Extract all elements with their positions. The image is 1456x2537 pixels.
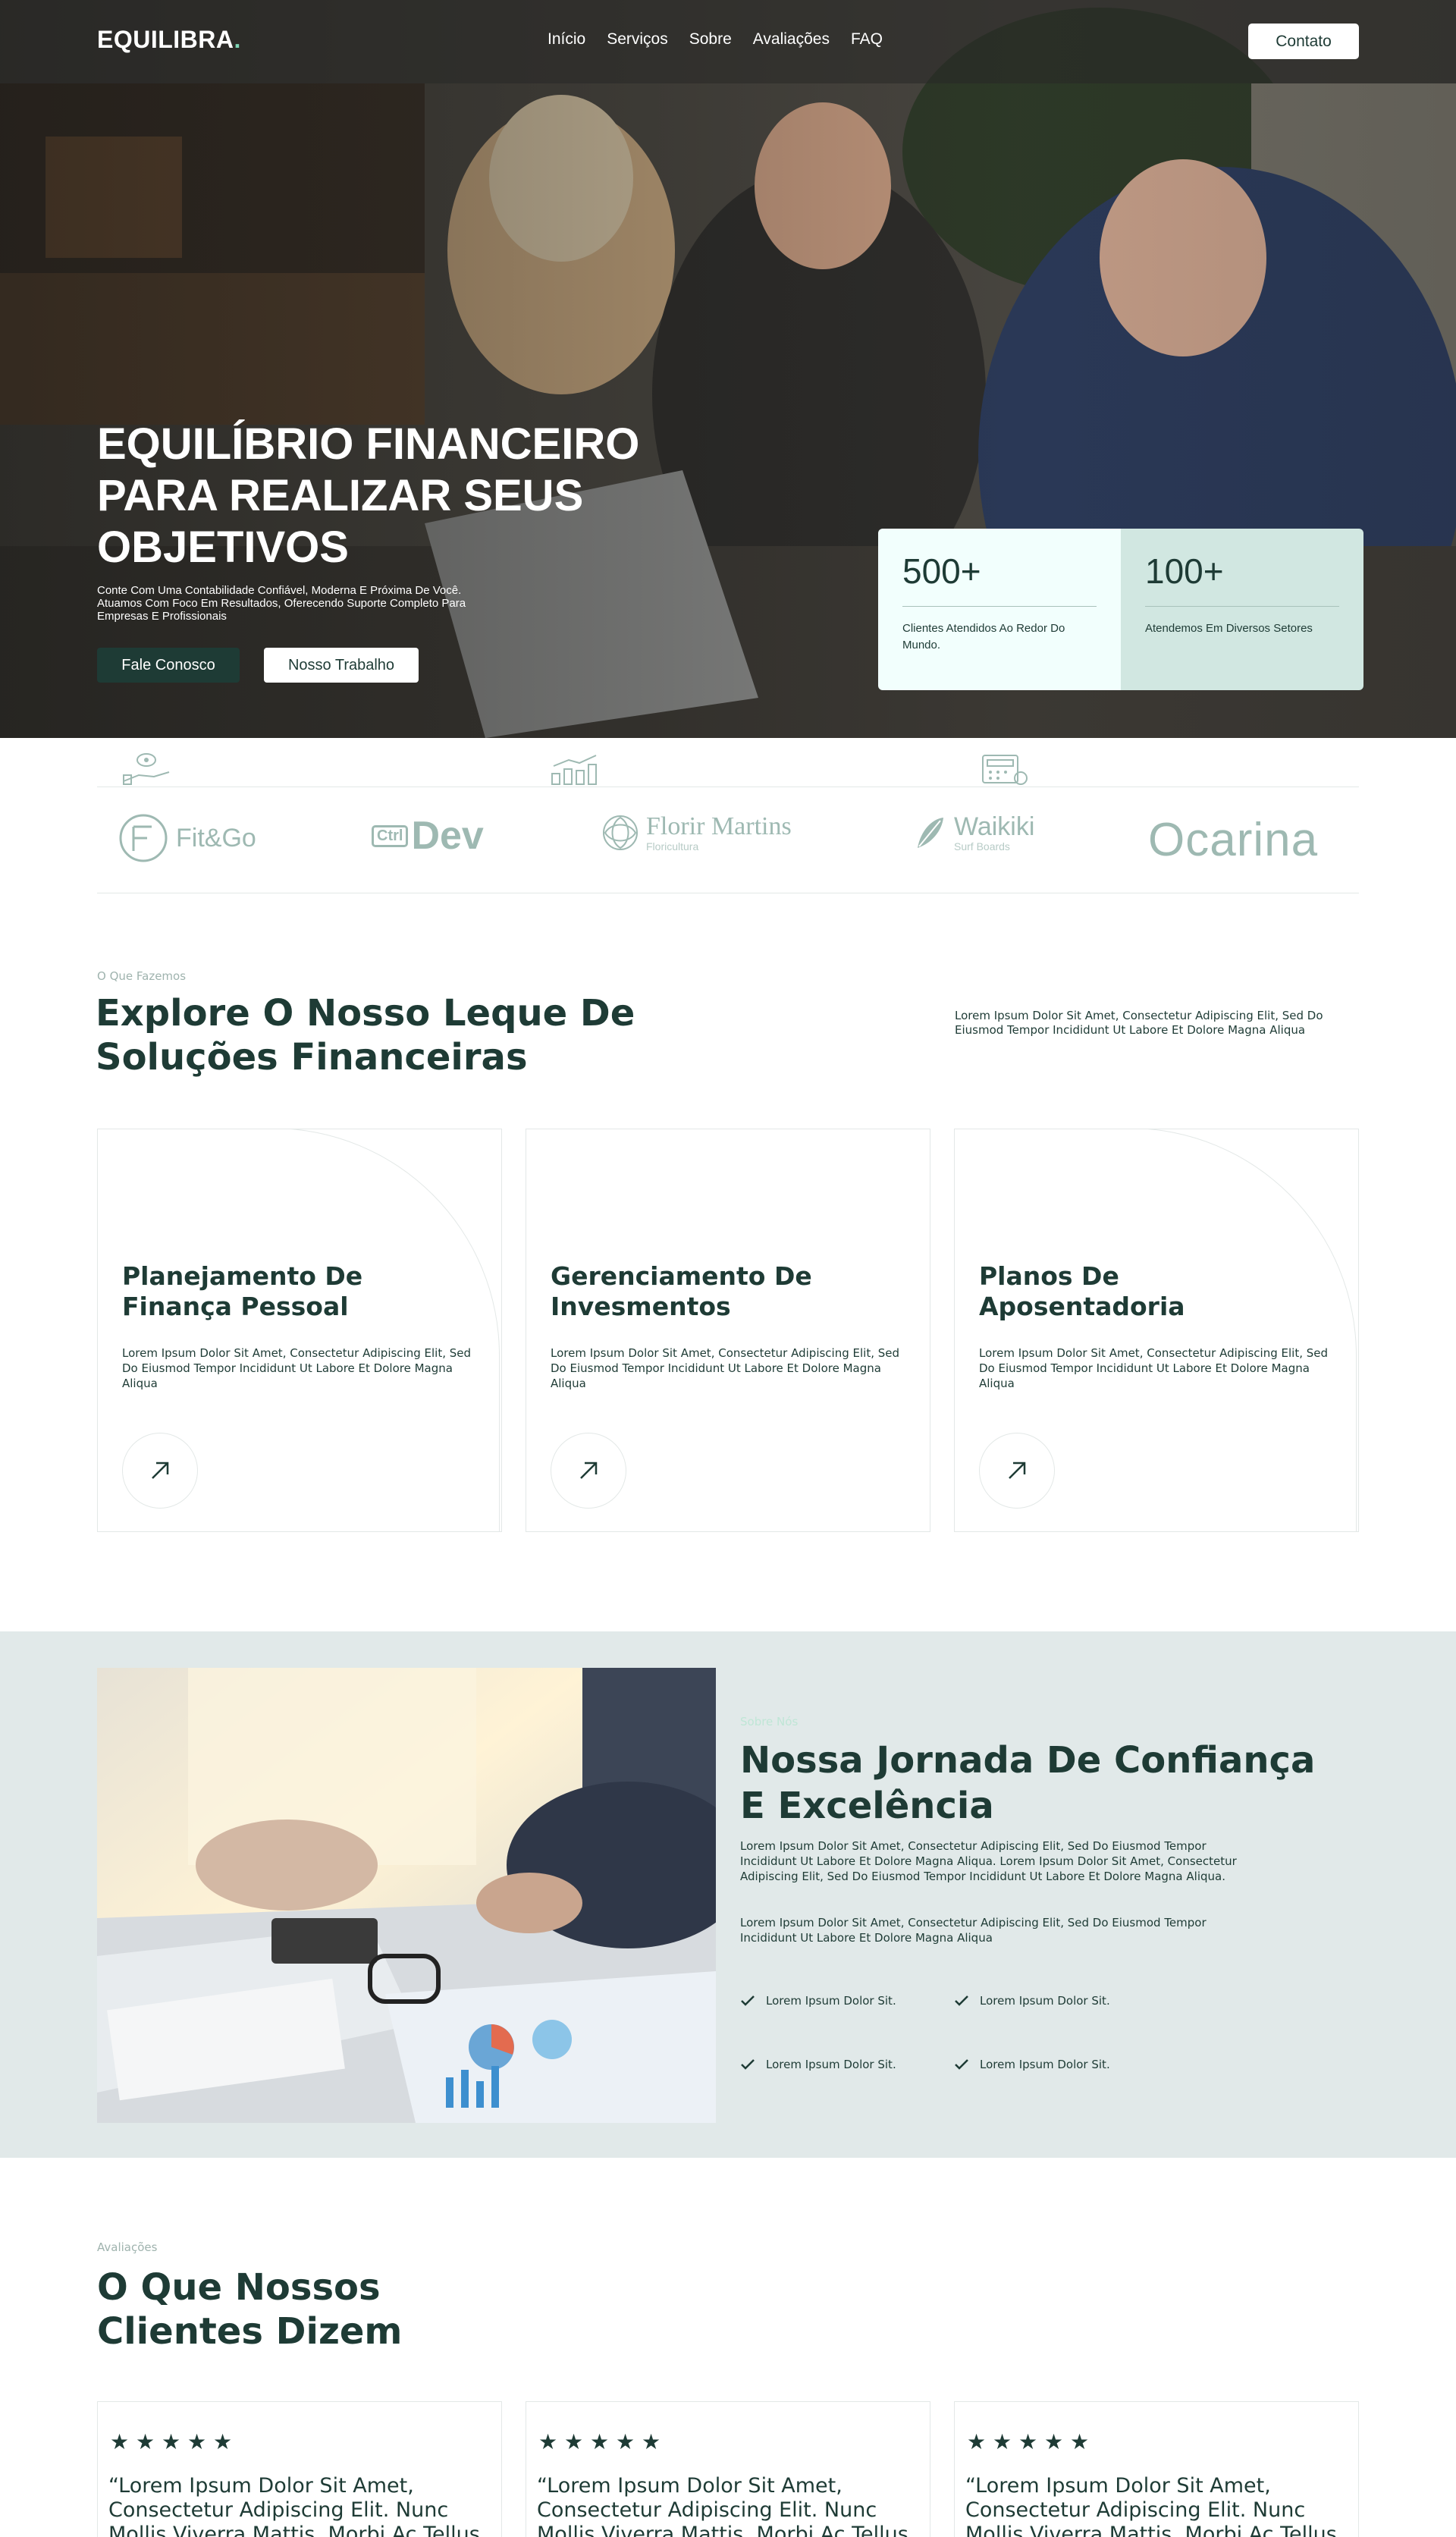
card-arrow-button[interactable] [979,1433,1055,1509]
nav-link-inicio[interactable]: Início [548,30,585,49]
star-rating: ★ ★ ★ ★ ★ [538,2429,661,2454]
service-card[interactable]: Planejamento De Finança Pessoal Lorem Ip… [97,1129,502,1532]
card-title: Gerenciamento De Invesmentos [551,1261,812,1321]
brand-ctrldev: Ctrl Dev [372,813,484,859]
card-title: Planos De Aposentadoria [979,1261,1185,1321]
hero-section: EQUILIBRA. Início Serviços Sobre Avaliaç… [0,0,1456,738]
check-icon [741,2059,755,2070]
brand-logo[interactable]: EQUILIBRA. [97,26,241,54]
card-arrow-button[interactable] [551,1433,626,1509]
money-hand-icon [123,753,170,785]
check-icon [955,2059,968,2070]
card-text: Lorem Ipsum Dolor Sit Amet, Consectetur … [122,1346,472,1390]
stat-sectors: 100+ Atendemos Em Diversos Setores [1121,529,1363,690]
main-nav: Início Serviços Sobre Avaliações FAQ [548,30,883,49]
hero-subtitle: Conte Com Uma Contabilidade Confiável, M… [97,584,466,623]
services-eyebrow: O Que Fazemos [97,969,187,983]
fitgo-logo-icon [119,814,168,862]
card-text: Lorem Ipsum Dolor Sit Amet, Consectetur … [551,1346,900,1390]
journey-section: Sobre Nós Nossa Jornada De Confiança E E… [0,1631,1456,2158]
arrow-up-right-icon [152,1462,169,1479]
brand-fitgo: Fit&Go [118,813,256,863]
stats-panel: 500+ Clientes Atendidos Ao Redor Do Mund… [878,529,1363,690]
check-label: Lorem Ipsum Dolor Sit. [980,1994,1110,2008]
service-card[interactable]: Planos De Aposentadoria Lorem Ipsum Dolo… [954,1129,1359,1532]
ctrl-badge: Ctrl [372,824,409,847]
testimonial-card: ★ ★ ★ ★ ★ “Lorem Ipsum Dolor Sit Amet, C… [954,2401,1359,2537]
brand-subtitle: Surf Boards [954,840,1010,852]
nav-link-avaliacoes[interactable]: Avaliações [753,30,830,49]
journey-paragraph: Lorem Ipsum Dolor Sit Amet, Consectetur … [740,1839,1237,1883]
testimonial-quote: “Lorem Ipsum Dolor Sit Amet, Consectetur… [965,2474,1337,2537]
journey-photo [97,1668,716,2123]
testimonial-quote: “Lorem Ipsum Dolor Sit Amet, Consectetur… [537,2474,908,2537]
contact-button[interactable]: Contato [1248,24,1359,59]
logo-text: EQUILIBRA [97,26,234,53]
check-item: Lorem Ipsum Dolor Sit. [954,2058,1110,2071]
stat-number: 500+ [902,551,1097,607]
nav-link-servicos[interactable]: Serviços [607,30,668,49]
services-title: Explore O Nosso Leque De Soluções Financ… [96,992,635,1079]
brand-florir-martins: Florir Martins Floricultura [601,813,792,852]
logo-dot: . [234,26,241,53]
testimonial-card: ★ ★ ★ ★ ★ “Lorem Ipsum Dolor Sit Amet, C… [526,2401,930,2537]
card-title: Planejamento De Finança Pessoal [122,1261,363,1321]
brand-name: Florir Martins [646,812,792,840]
services-description: Lorem Ipsum Dolor Sit Amet, Consectetur … [955,1009,1323,1037]
growth-chart-icon [551,755,597,785]
testimonials-title: O Que Nossos Clientes Dizem [97,2266,403,2353]
navbar: EQUILIBRA. Início Serviços Sobre Avaliaç… [0,0,1456,83]
check-item: Lorem Ipsum Dolor Sit. [954,1994,1110,2008]
nosso-trabalho-button[interactable]: Nosso Trabalho [264,648,419,683]
brand-waikiki: Waikiki Surf Boards [913,813,1034,852]
calculator-icon [982,755,1028,785]
nav-link-faq[interactable]: FAQ [851,30,883,49]
check-label: Lorem Ipsum Dolor Sit. [980,2058,1110,2071]
star-rating: ★ ★ ★ ★ ★ [110,2429,233,2454]
check-label: Lorem Ipsum Dolor Sit. [766,1994,896,2008]
nav-link-sobre[interactable]: Sobre [689,30,732,49]
testimonials-eyebrow: Avaliações [97,2240,158,2254]
journey-eyebrow: Sobre Nós [740,1715,799,1728]
flower-logo-icon [603,815,638,850]
check-label: Lorem Ipsum Dolor Sit. [766,2058,896,2071]
star-rating: ★ ★ ★ ★ ★ [967,2429,1090,2454]
service-card[interactable]: Gerenciamento De Invesmentos Lorem Ipsum… [526,1129,930,1532]
hero-title: EQUILÍBRIO FINANCEIRO PARA REALIZAR SEUS… [97,419,640,572]
journey-paragraph: Lorem Ipsum Dolor Sit Amet, Consectetur … [740,1916,1207,1945]
stat-label: Atendemos Em Diversos Setores [1145,622,1313,635]
arrow-up-right-icon [580,1462,598,1479]
brand-name: Fit&Go [176,823,256,852]
stat-label: Clientes Atendidos Ao Redor Do Mundo. [902,622,1065,652]
stat-number: 100+ [1145,551,1339,607]
brand-name: Dev [411,814,484,858]
brand-ocarina: Ocarina [1148,813,1318,867]
card-arrow-button[interactable] [122,1433,198,1509]
brand-name: Waikiki [954,812,1035,841]
stat-clients: 500+ Clientes Atendidos Ao Redor Do Mund… [878,529,1121,690]
fale-conosco-button[interactable]: Fale Conosco [97,648,240,683]
arrow-up-right-icon [1009,1462,1026,1479]
check-item: Lorem Ipsum Dolor Sit. [740,2058,896,2071]
check-icon [741,1995,755,2006]
surfboard-logo-icon [918,818,943,848]
testimonial-quote: “Lorem Ipsum Dolor Sit Amet, Consectetur… [108,2474,480,2537]
finance-desk-photo [97,1668,716,2123]
card-text: Lorem Ipsum Dolor Sit Amet, Consectetur … [979,1346,1329,1390]
brand-subtitle: Floricultura [646,840,699,852]
journey-title: Nossa Jornada De Confiança E Excelência [740,1739,1316,1827]
check-item: Lorem Ipsum Dolor Sit. [740,1994,896,2008]
testimonial-card: ★ ★ ★ ★ ★ “Lorem Ipsum Dolor Sit Amet, C… [97,2401,502,2537]
check-icon [955,1995,968,2006]
partner-logos: Fit&Go Ctrl Dev Florir Martins Floricult… [97,751,1359,893]
brand-name: Ocarina [1148,814,1319,866]
